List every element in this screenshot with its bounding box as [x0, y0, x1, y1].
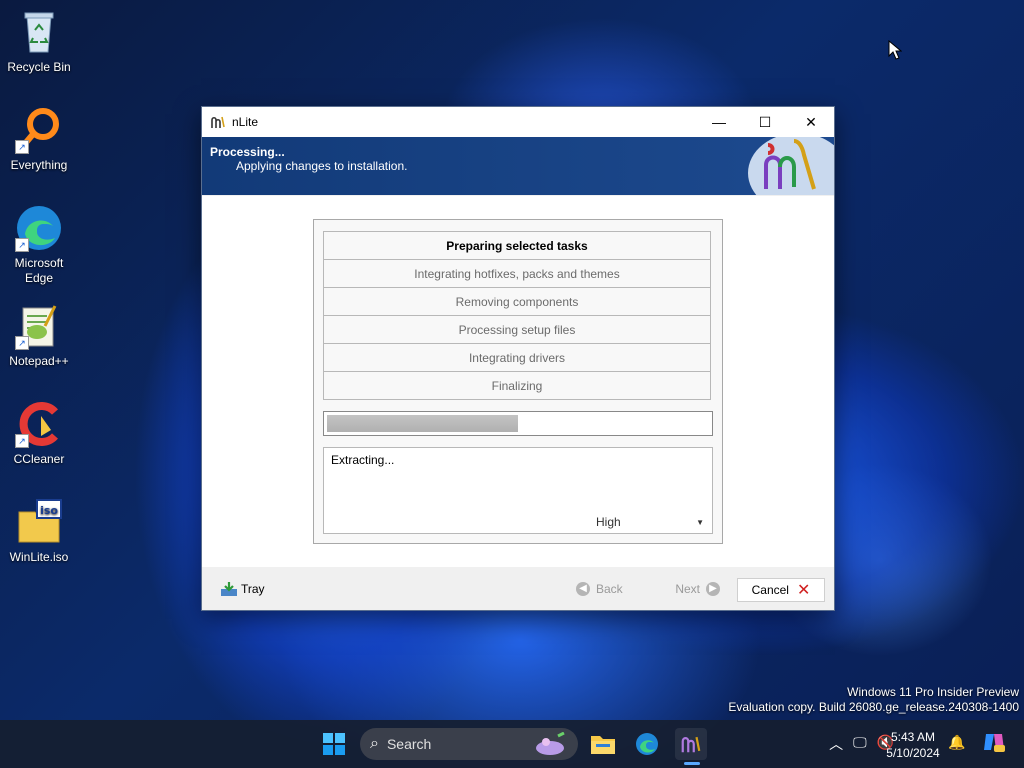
copilot-icon[interactable] [982, 730, 1006, 754]
watermark-line1: Windows 11 Pro Insider Preview [847, 685, 1019, 699]
header-banner: Processing... Applying changes to instal… [202, 137, 834, 195]
windows-watermark: Windows 11 Pro Insider Preview Evaluatio… [728, 685, 1019, 715]
search-highlight-icon [536, 732, 565, 755]
chevron-down-icon: ▼ [696, 517, 704, 527]
progress-fill [327, 415, 518, 432]
active-app-indicator [684, 762, 700, 765]
network-icon[interactable]: 🖵 [853, 734, 867, 754]
banner-subheading: Applying changes to installation. [236, 159, 408, 173]
window-title: nLite [232, 115, 259, 129]
recycle-bin-icon [15, 8, 63, 56]
edge-icon: ↗ [15, 204, 63, 252]
progress-bar [323, 411, 713, 436]
nlite-app-icon [681, 736, 701, 753]
window-titlebar[interactable]: nLite — ☐ ✕ [202, 107, 834, 137]
next-label: Next [675, 582, 700, 596]
minimize-icon: — [712, 114, 726, 130]
notepadpp-icon: ↗ [15, 302, 63, 350]
mouse-cursor-icon [888, 40, 902, 60]
nlite-window: nLite — ☐ ✕ Processing... Applying chang… [201, 106, 835, 611]
maximize-button[interactable]: ☐ [742, 107, 788, 137]
desktop-icon-label: CCleaner [13, 452, 65, 466]
back-button[interactable]: ◀ Back [570, 578, 646, 600]
close-button[interactable]: ✕ [788, 107, 834, 137]
cancel-button[interactable]: Cancel ✕ [737, 578, 825, 602]
windows-start-icon [323, 733, 345, 755]
file-explorer-button[interactable] [587, 728, 619, 760]
desktop-icon-label: Recycle Bin [7, 60, 71, 74]
content-area: Preparing selected tasks Integrating hot… [202, 196, 834, 568]
taskbar: ⌕ Search ︿ 🖵 🔇 5:43 AM 5/10/2024 🔔 [0, 720, 1024, 768]
everything-icon: ↗ [15, 106, 63, 154]
desktop-icon-label: Everything [10, 158, 68, 172]
watermark-line2: Evaluation copy. Build 26080.ge_release.… [728, 700, 1019, 714]
clock-time: 5:43 AM [890, 730, 936, 744]
desktop-icon-label: Microsoft Edge [14, 256, 64, 285]
ccleaner-icon: ↗ [15, 400, 63, 448]
nlite-taskbar-button[interactable] [675, 728, 707, 760]
desktop-icon-label: WinLite.iso [9, 550, 69, 564]
start-button[interactable] [318, 728, 350, 760]
tray-button[interactable]: Tray [220, 578, 265, 600]
back-arrow-icon: ◀ [576, 582, 590, 596]
next-arrow-icon: ▶ [706, 582, 720, 596]
back-label: Back [596, 582, 623, 596]
iso-file-icon: iso [15, 498, 63, 546]
cancel-label: Cancel [751, 583, 789, 597]
cancel-x-icon: ✕ [796, 582, 811, 599]
search-icon: ⌕ [370, 735, 379, 752]
log-text: Extracting... [331, 453, 395, 467]
close-icon: ✕ [805, 113, 817, 130]
clock-date: 5/10/2024 [886, 746, 940, 760]
task-item: Processing setup files [323, 316, 711, 344]
tray-label: Tray [241, 582, 265, 596]
desktop-icon-notepadpp[interactable]: ↗ Notepad++ [4, 302, 74, 369]
task-item: Finalizing [323, 372, 711, 400]
task-item: Integrating drivers [323, 344, 711, 372]
task-item: Preparing selected tasks [323, 231, 711, 260]
task-item: Integrating hotfixes, packs and themes [323, 260, 711, 288]
desktop-icon-label: Notepad++ [9, 354, 69, 368]
log-box: Extracting... High ▼ [323, 447, 713, 534]
task-item: Removing components [323, 288, 711, 316]
edge-taskbar-button[interactable] [631, 728, 663, 760]
desktop-icon-everything[interactable]: ↗ Everything [4, 106, 74, 173]
edge-icon [636, 733, 658, 755]
desktop-icon-recycle-bin[interactable]: Recycle Bin [4, 8, 74, 75]
banner-heading: Processing... [210, 145, 285, 159]
desktop-icon-edge[interactable]: ↗ Microsoft Edge [4, 204, 74, 286]
nlite-app-icon [211, 116, 225, 128]
svg-text:iso: iso [40, 504, 58, 517]
minimize-button[interactable]: — [696, 107, 742, 137]
task-list: Preparing selected tasks Integrating hot… [323, 231, 711, 400]
taskbar-search[interactable]: ⌕ Search [360, 728, 578, 760]
desktop-icon-ccleaner[interactable]: ↗ CCleaner [4, 400, 74, 467]
chevron-up-icon[interactable]: ︿ [829, 734, 843, 754]
search-placeholder: Search [386, 736, 432, 752]
maximize-icon: ☐ [758, 113, 772, 130]
folder-icon [591, 736, 615, 754]
next-button[interactable]: Next ▶ [650, 578, 726, 600]
priority-value: High [596, 515, 621, 529]
processing-panel: Preparing selected tasks Integrating hot… [313, 219, 723, 544]
window-footer: Tray ◀ Back Next ▶ Cancel ✕ [202, 567, 834, 610]
tray-icon [221, 582, 237, 596]
nlite-logo-icon [748, 137, 834, 195]
taskbar-clock[interactable]: 5:43 AM 5/10/2024 [880, 729, 946, 761]
notification-bell-icon[interactable]: 🔔 [948, 734, 965, 751]
priority-select[interactable]: High ▼ [592, 513, 710, 531]
desktop-icon-winlite-iso[interactable]: iso WinLite.iso [4, 498, 74, 565]
